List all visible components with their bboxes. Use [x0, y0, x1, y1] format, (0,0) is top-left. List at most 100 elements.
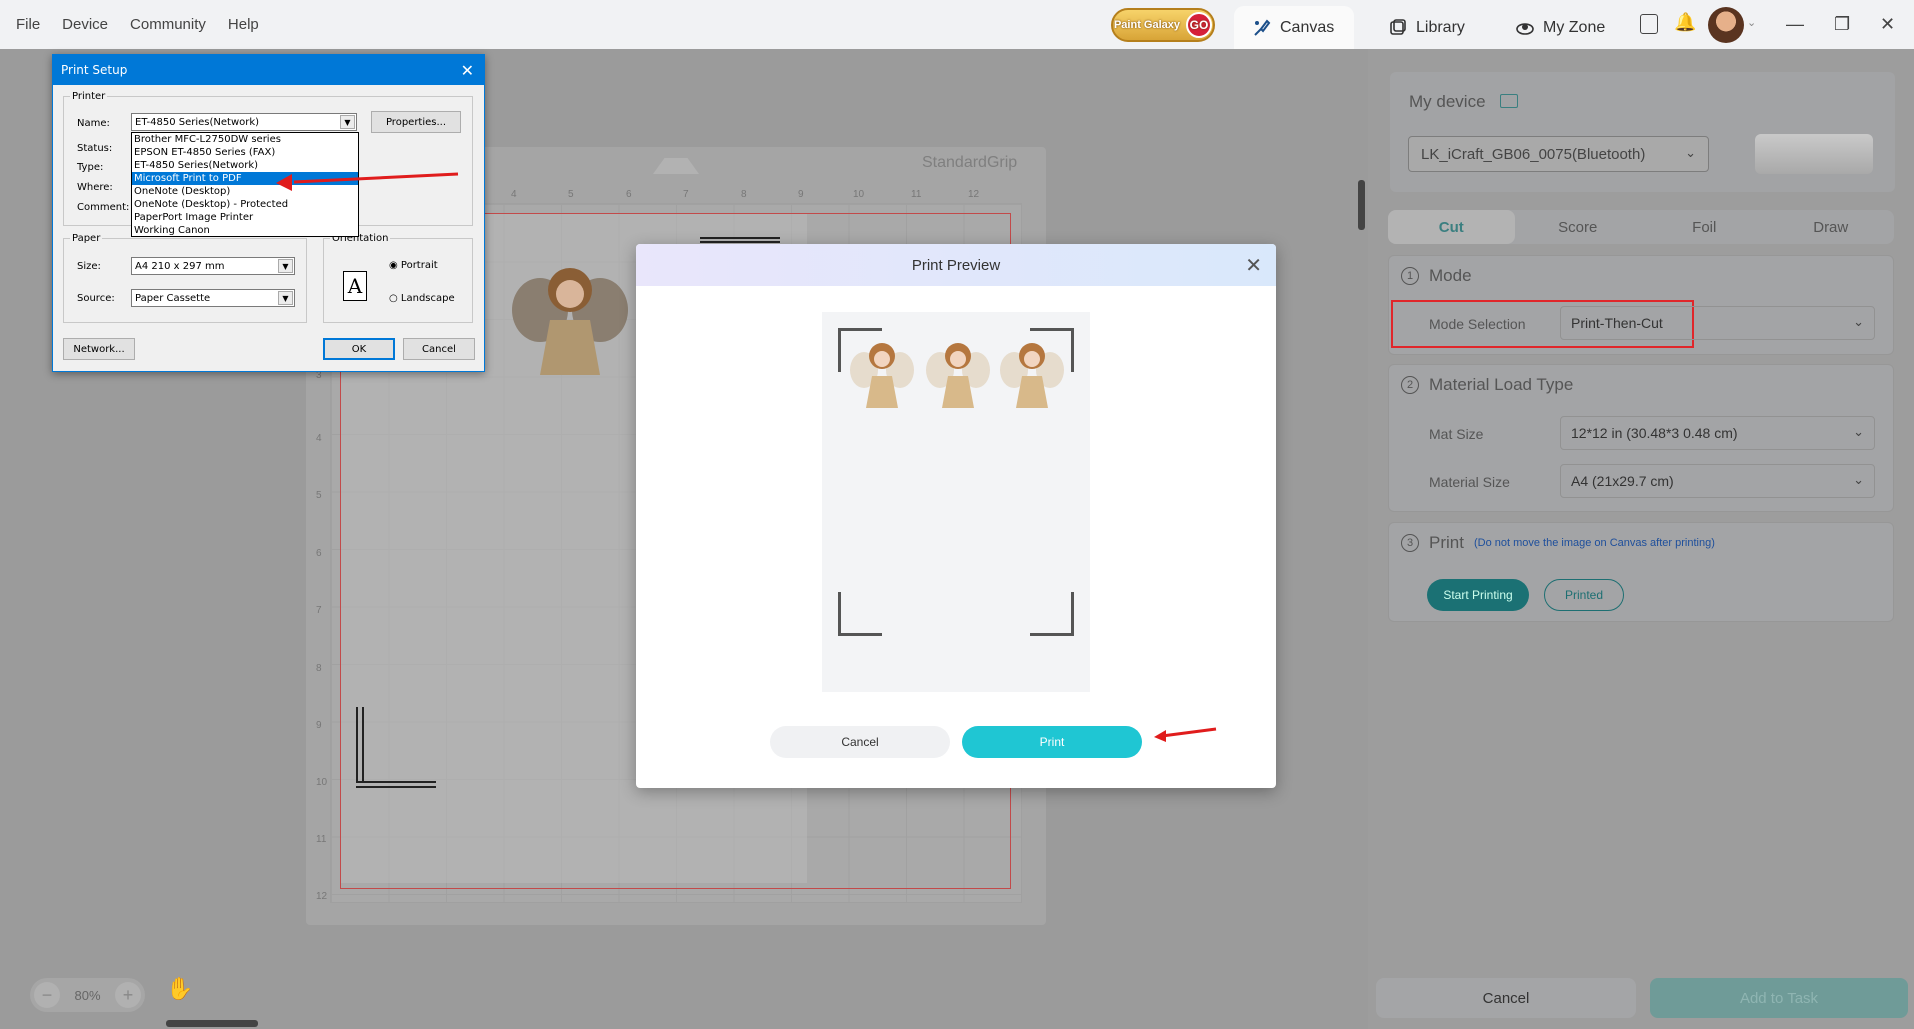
list-item[interactable]: Working Canon [132, 224, 358, 237]
paper-size-select[interactable]: A4 210 x 297 mm ▼ [131, 257, 295, 275]
horizontal-scrollbar[interactable] [166, 1020, 258, 1027]
close-window-icon[interactable]: ✕ [1880, 0, 1895, 49]
zoom-control: − 80% + [30, 978, 145, 1012]
print-section: 3 Print (Do not move the image on Canvas a… [1388, 522, 1894, 622]
paper-group: Paper [63, 233, 307, 323]
preview-cancel-button[interactable]: Cancel [770, 726, 950, 758]
tab-myzone[interactable]: My Zone [1497, 6, 1623, 49]
ruler-tick: 5 [316, 490, 322, 501]
ruler-tick: 4 [511, 189, 517, 200]
mode-select[interactable]: Print-Then-Cut ⌄ [1560, 306, 1875, 340]
tab-library[interactable]: Library [1370, 6, 1483, 49]
paper-size-value: A4 210 x 297 mm [135, 260, 225, 272]
paper-source-select[interactable]: Paper Cassette ▼ [131, 289, 295, 307]
registration-mark [700, 237, 780, 243]
material-size-select[interactable]: A4 (21x29.7 cm) ⌄ [1560, 464, 1875, 498]
start-printing-button[interactable]: Start Printing [1427, 579, 1529, 611]
where-label: Where: [77, 182, 113, 193]
canvas-icon [1254, 18, 1271, 36]
printed-button[interactable]: Printed [1544, 579, 1624, 611]
chevron-down-icon: ▼ [278, 291, 293, 305]
print-setup-dialog: Print Setup ✕ Printer Name: ET-4850 Seri… [52, 54, 485, 372]
network-button[interactable]: Network... [63, 338, 135, 360]
maximize-icon[interactable]: ❐ [1834, 0, 1850, 49]
device-select-value: LK_iCraft_GB06_0075(Bluetooth) [1421, 145, 1646, 163]
cancel-button[interactable]: Cancel [1376, 978, 1636, 1018]
tab-score[interactable]: Score [1515, 210, 1642, 244]
tab-library-label: Library [1416, 18, 1465, 36]
cutter-machine-image [1755, 134, 1873, 174]
close-icon[interactable]: ✕ [461, 61, 474, 80]
comment-label: Comment: [77, 202, 130, 213]
close-icon[interactable]: ✕ [1245, 253, 1262, 278]
menu-help[interactable]: Help [228, 16, 259, 33]
list-item[interactable]: OneNote (Desktop) - Protected [132, 198, 358, 211]
library-icon [1390, 18, 1406, 35]
menu-device[interactable]: Device [62, 16, 108, 33]
ruler-tick: 8 [316, 663, 322, 674]
menu-file[interactable]: File [16, 16, 40, 33]
ruler-tick: 11 [911, 189, 922, 200]
tab-foil[interactable]: Foil [1641, 210, 1768, 244]
size-label: Size: [77, 261, 101, 272]
tab-canvas[interactable]: Canvas [1234, 6, 1354, 49]
portrait-radio[interactable]: ◉ Portrait [389, 260, 438, 271]
material-size-value: A4 (21x29.7 cm) [1571, 473, 1674, 489]
step-number: 3 [1401, 534, 1419, 552]
angel-image[interactable] [510, 250, 630, 380]
ruler-tick: 4 [316, 433, 322, 444]
ruler-tick: 12 [316, 891, 328, 902]
printer-name-select[interactable]: ET-4850 Series(Network) ▼ [131, 113, 357, 131]
list-item[interactable]: Brother MFC-L2750DW series [132, 133, 358, 146]
step-number: 1 [1401, 267, 1419, 285]
print-preview-title: Print Preview [911, 256, 1001, 274]
zoom-level: 80% [74, 987, 101, 1003]
menu-community[interactable]: Community [130, 16, 206, 33]
device-select[interactable]: LK_iCraft_GB06_0075(Bluetooth) ⌄ [1408, 136, 1709, 172]
chevron-down-icon: ▼ [340, 115, 355, 129]
clipboard-icon[interactable] [1640, 14, 1658, 34]
cancel-button[interactable]: Cancel [403, 338, 475, 360]
red-arrow-annotation [1154, 727, 1217, 742]
print-preview-header: Print Preview ✕ [636, 244, 1276, 286]
ok-button[interactable]: OK [323, 338, 395, 360]
promo-label: Paint Galaxy [1113, 19, 1181, 31]
minimize-icon[interactable]: — [1786, 0, 1804, 49]
add-to-task-button[interactable]: Add to Task [1650, 978, 1908, 1018]
chevron-down-icon[interactable]: ⌄ [1747, 16, 1756, 29]
chevron-down-icon: ▼ [278, 259, 293, 273]
material-section-title: 2 Material Load Type [1389, 365, 1893, 405]
preview-print-button[interactable]: Print [962, 726, 1142, 758]
promo-badge[interactable]: Paint Galaxy GO [1111, 8, 1215, 42]
top-bar: File Device Community Help [0, 0, 1914, 49]
avatar[interactable] [1708, 7, 1744, 43]
ruler-tick: 9 [316, 720, 322, 731]
zoom-in-button[interactable]: + [115, 982, 141, 1008]
list-item[interactable]: EPSON ET-4850 Series (FAX) [132, 146, 358, 159]
vertical-scrollbar[interactable] [1358, 180, 1365, 230]
status-label: Status: [77, 143, 113, 154]
name-label: Name: [77, 118, 110, 129]
mat-size-select[interactable]: 12*12 in (30.48*3 0.48 cm) ⌄ [1560, 416, 1875, 450]
type-label: Type: [77, 162, 104, 173]
properties-button[interactable]: Properties... [371, 111, 461, 133]
device-info-icon[interactable] [1500, 94, 1518, 108]
preview-page [822, 312, 1090, 692]
chevron-down-icon: ⌄ [1853, 424, 1864, 439]
source-label: Source: [77, 293, 115, 304]
section-title: Print [1429, 533, 1464, 552]
tab-cut[interactable]: Cut [1388, 210, 1515, 244]
ruler-tick: 7 [316, 605, 322, 616]
mode-tabs: Cut Score Foil Draw [1388, 210, 1894, 244]
mode-section-title: 1 Mode [1389, 256, 1893, 296]
bell-icon[interactable]: 🔔 [1674, 12, 1696, 33]
zoom-out-button[interactable]: − [34, 982, 60, 1008]
tab-draw[interactable]: Draw [1768, 210, 1895, 244]
landscape-radio[interactable]: ○ Landscape [389, 293, 455, 304]
print-setup-titlebar: Print Setup ✕ [53, 55, 484, 85]
paper-source-value: Paper Cassette [135, 292, 211, 304]
list-item[interactable]: PaperPort Image Printer [132, 211, 358, 224]
mat-size-value: 12*12 in (30.48*3 0.48 cm) [1571, 425, 1738, 441]
hand-tool-icon[interactable]: ✋ [166, 976, 193, 1002]
promo-go[interactable]: GO [1186, 12, 1213, 38]
